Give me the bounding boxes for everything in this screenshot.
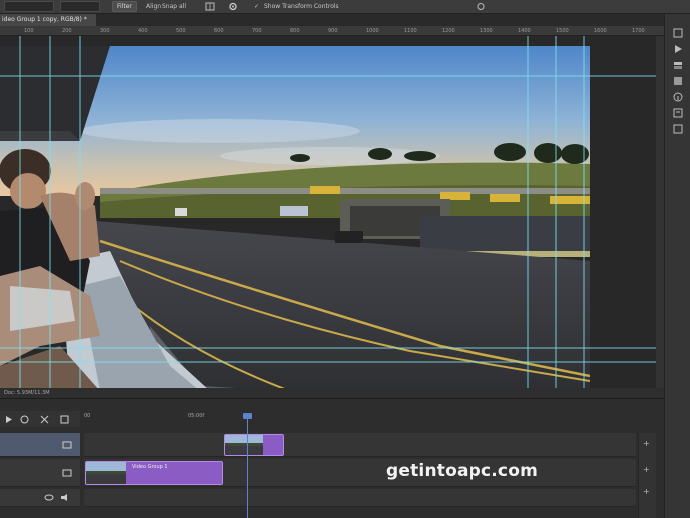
history-icon[interactable] [673, 28, 683, 38]
timecode-marker: 05:00f [188, 413, 205, 419]
status-bar: Doc: 5.93M/11.3M [0, 388, 664, 398]
layers-icon[interactable] [673, 60, 683, 70]
timeline-panel: 00 05:00f Video Group 1 + + + [0, 398, 664, 518]
scissors-icon[interactable] [40, 415, 49, 424]
grid-icon[interactable] [205, 2, 215, 11]
clip-thumbnail [86, 462, 126, 484]
actions-icon[interactable] [673, 44, 683, 54]
align-label: Align [146, 3, 162, 10]
track-header-video-group[interactable] [0, 459, 80, 487]
add-media-button[interactable]: + [643, 465, 650, 474]
document-tab[interactable]: ideo Group 1 copy, RGB/8) * [0, 14, 96, 26]
ruler-tick: 1600 [594, 28, 607, 34]
ruler-tick: 1500 [556, 28, 569, 34]
canvas-vertical-scrollbar[interactable] [656, 36, 664, 388]
ruler-tick: 1200 [442, 28, 455, 34]
ruler-tick: 1700 [632, 28, 645, 34]
reset-icon[interactable] [476, 2, 486, 11]
timeline-clip-copy[interactable] [224, 434, 284, 456]
snap-label: Snap all [162, 3, 187, 10]
ruler-tick: 100 [24, 28, 34, 34]
ruler-tick: 1300 [480, 28, 493, 34]
track-lane-audio[interactable] [84, 489, 636, 507]
film-icon[interactable] [62, 441, 72, 449]
ruler-tick: 600 [214, 28, 224, 34]
playhead-line[interactable] [247, 413, 248, 518]
ruler-tick: 1400 [518, 28, 531, 34]
transition-icon[interactable] [60, 415, 69, 424]
track-lane-video-group-copy[interactable] [84, 433, 636, 457]
timecode-start: 00 [84, 413, 91, 419]
ruler-tick: 1000 [366, 28, 379, 34]
playhead-handle[interactable] [243, 413, 252, 419]
document-tab-bar: ideo Group 1 copy, RGB/8) * [0, 14, 664, 26]
track-lane-video-group[interactable]: Video Group 1 [84, 459, 636, 487]
filter-button[interactable]: Filter [112, 1, 137, 12]
options-bar: Filter Align Snap all ✓ Show Transform C… [0, 0, 690, 14]
horizontal-ruler[interactable]: 100 200 300 400 500 600 700 800 900 1000 1100 1200 1… [0, 26, 664, 36]
ruler-tick: 200 [62, 28, 72, 34]
options-field-2[interactable] [60, 1, 100, 12]
watermark-text: getintoapc.com [386, 461, 539, 481]
channels-icon[interactable] [673, 76, 683, 86]
timeline-clip-video-group-1[interactable]: Video Group 1 [85, 461, 223, 485]
doc-size-text: Doc: 5.93M/11.3M [4, 390, 50, 396]
adjustments-icon[interactable] [673, 124, 683, 134]
track-header-audio[interactable] [0, 489, 80, 507]
track-header-video-group-copy[interactable] [0, 433, 80, 457]
add-track-button[interactable]: + [643, 439, 650, 448]
ruler-tick: 500 [176, 28, 186, 34]
transform-controls-label: Show Transform Controls [264, 3, 339, 10]
info-icon[interactable] [673, 92, 683, 102]
play-icon[interactable] [4, 415, 13, 424]
eye-icon[interactable] [44, 493, 54, 502]
gear-icon[interactable] [228, 2, 238, 11]
clip-label: Video Group 1 [132, 464, 168, 470]
properties-icon[interactable] [673, 108, 683, 118]
ruler-tick: 1100 [404, 28, 417, 34]
timeline-controls [0, 411, 80, 427]
film-icon[interactable] [62, 469, 72, 477]
options-field-1[interactable] [4, 1, 54, 12]
right-panel-toolbar [664, 14, 690, 518]
canvas-area[interactable] [0, 36, 656, 388]
guide-overlay [0, 36, 656, 388]
audio-track-icon[interactable] [60, 493, 70, 502]
clip-thumbnail [225, 435, 263, 455]
ruler-tick: 300 [100, 28, 110, 34]
ruler-tick: 900 [328, 28, 338, 34]
audio-icon[interactable] [20, 415, 29, 424]
transform-controls-checkbox[interactable]: ✓ [254, 2, 259, 11]
ruler-tick: 400 [138, 28, 148, 34]
ruler-tick: 800 [290, 28, 300, 34]
document-tab-title: ideo Group 1 copy, RGB/8) * [2, 16, 87, 23]
ruler-tick: 700 [252, 28, 262, 34]
add-audio-button[interactable]: + [643, 487, 650, 496]
